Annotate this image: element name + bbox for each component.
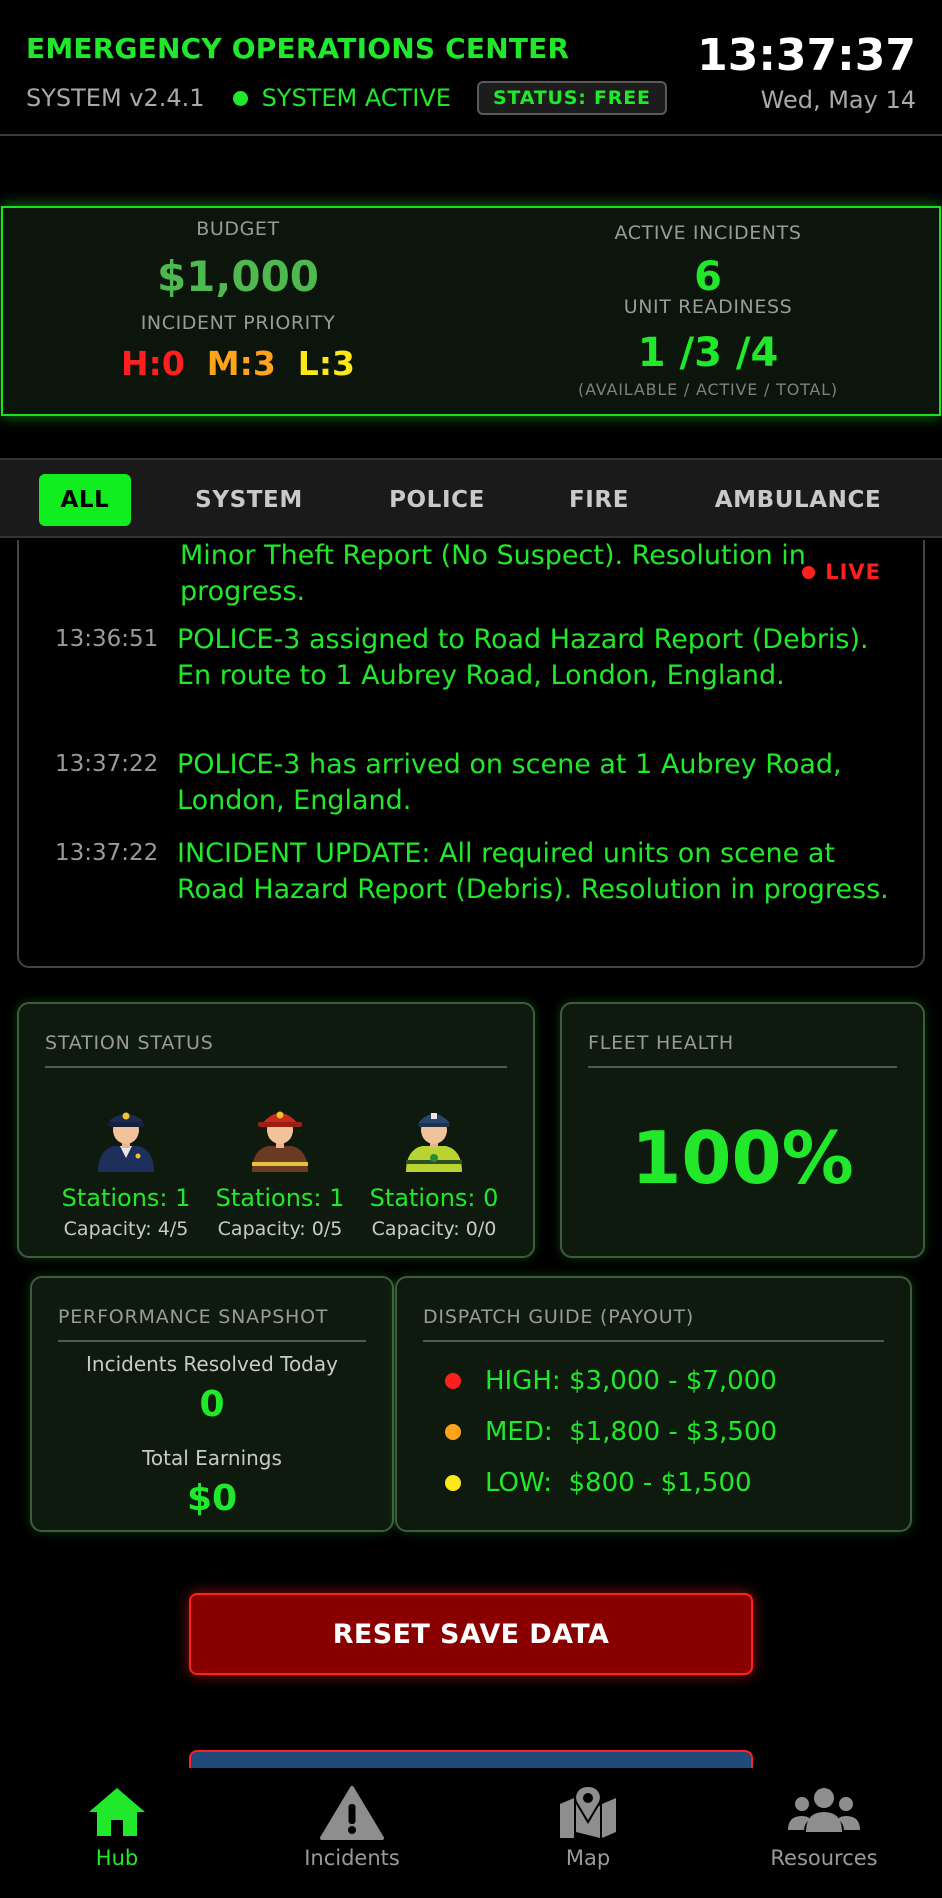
- earnings-label: Total Earnings: [142, 1446, 282, 1470]
- station-status-card: STATION STATUS Stations: 1 Capacity: 4/5: [17, 1002, 535, 1258]
- dispatch-guide-title: DISPATCH GUIDE (PAYOUT): [423, 1306, 695, 1328]
- high-priority-dot-icon: [445, 1373, 461, 1389]
- nav-label: Map: [565, 1846, 611, 1870]
- station-count: Stations: 1: [215, 1184, 345, 1212]
- tab-system[interactable]: SYSTEM: [178, 474, 320, 526]
- ambulance-station: Stations: 0 Capacity: 0/0: [357, 1100, 511, 1240]
- nav-incidents[interactable]: Incidents: [252, 1784, 452, 1870]
- station-capacity: Capacity: 0/5: [217, 1218, 343, 1240]
- station-capacity: Capacity: 0/0: [371, 1218, 497, 1240]
- tab-police[interactable]: POLICE: [372, 474, 502, 526]
- bottom-nav: Hub Incidents Map Resources: [0, 1768, 942, 1898]
- divider: [423, 1340, 884, 1342]
- divider: [58, 1340, 366, 1342]
- people-icon: [724, 1784, 924, 1840]
- reset-save-data-button[interactable]: RESET SAVE DATA: [189, 1593, 753, 1675]
- station-count: Stations: 0: [369, 1184, 499, 1212]
- payout-low: LOW: $800 - $1,500: [445, 1468, 752, 1498]
- unit-readiness-value: 1 /3 /4: [637, 330, 779, 376]
- log-text: Minor Theft Report (No Suspect). Resolut…: [180, 540, 806, 607]
- resolved-label: Incidents Resolved Today: [86, 1352, 338, 1376]
- header: EMERGENCY OPERATIONS CENTER SYSTEM v2.4.…: [0, 0, 942, 136]
- nav-hub[interactable]: Hub: [17, 1784, 217, 1870]
- earnings-value: $0: [186, 1478, 238, 1519]
- priority-medium: M:3: [206, 344, 276, 383]
- priority-low: L:3: [297, 344, 355, 383]
- nav-label: Incidents: [304, 1846, 400, 1870]
- divider: [588, 1066, 897, 1068]
- station-capacity: Capacity: 4/5: [63, 1218, 189, 1240]
- nav-label: Hub: [95, 1846, 139, 1870]
- date: Wed, May 14: [760, 86, 916, 114]
- log-time: 13:37:22: [55, 751, 159, 777]
- log-text: POLICE-3 has arrived on scene at 1 Aubre…: [177, 749, 842, 816]
- log-time: 13:36:51: [55, 626, 159, 652]
- paramedic-icon: [357, 1100, 511, 1172]
- performance-snapshot-card: PERFORMANCE SNAPSHOT Incidents Resolved …: [30, 1276, 394, 1532]
- priority-high: H:0: [121, 344, 185, 383]
- budget-label: BUDGET: [196, 218, 280, 240]
- log-text: POLICE-3 assigned to Road Hazard Report …: [177, 624, 869, 691]
- fire-station: Stations: 1 Capacity: 0/5: [203, 1100, 357, 1240]
- fleet-health-card: FLEET HEALTH 100%: [560, 1002, 925, 1258]
- unit-readiness-caption: (AVAILABLE / ACTIVE / TOTAL): [578, 380, 838, 399]
- fleet-health-value: 100%: [631, 1116, 854, 1200]
- incident-priority-counts: H:0 M:3 L:3: [3, 344, 473, 383]
- tab-all[interactable]: ALL: [39, 474, 131, 526]
- incident-priority-label: INCIDENT PRIORITY: [140, 312, 336, 334]
- divider: [45, 1066, 507, 1068]
- resolved-value: 0: [199, 1384, 225, 1425]
- tab-ambulance[interactable]: AMBULANCE: [700, 474, 896, 526]
- police-officer-icon: [49, 1100, 203, 1172]
- system-status: SYSTEM ACTIVE: [261, 84, 451, 112]
- activity-log[interactable]: LIVE Minor Theft Report (No Suspect). Re…: [17, 540, 925, 968]
- dispatch-guide-card: DISPATCH GUIDE (PAYOUT) HIGH: $3,000 - $…: [395, 1276, 912, 1532]
- map-icon: [488, 1784, 688, 1840]
- fleet-health-title: FLEET HEALTH: [588, 1032, 734, 1054]
- clock: 13:37:37: [697, 30, 916, 81]
- station-count: Stations: 1: [61, 1184, 191, 1212]
- low-priority-dot-icon: [445, 1475, 461, 1491]
- payout-high-text: HIGH: $3,000 - $7,000: [485, 1366, 777, 1396]
- nav-map[interactable]: Map: [488, 1784, 688, 1870]
- medium-priority-dot-icon: [445, 1424, 461, 1440]
- unit-readiness-label: UNIT READINESS: [623, 296, 793, 318]
- budget-value: $1,000: [156, 252, 320, 301]
- firefighter-icon: [203, 1100, 357, 1172]
- nav-resources[interactable]: Resources: [724, 1784, 924, 1870]
- system-version: SYSTEM v2.4.1: [26, 84, 205, 112]
- payout-high: HIGH: $3,000 - $7,000: [445, 1366, 777, 1396]
- active-incidents-value: 6: [694, 254, 722, 300]
- system-info-row: SYSTEM v2.4.1 SYSTEM ACTIVE STATUS: FREE: [26, 78, 667, 118]
- performance-title: PERFORMANCE SNAPSHOT: [58, 1306, 329, 1328]
- nav-label: Resources: [770, 1846, 878, 1870]
- active-incidents-label: ACTIVE INCIDENTS: [614, 222, 802, 244]
- payout-low-text: LOW: $800 - $1,500: [485, 1468, 752, 1498]
- tab-fire[interactable]: FIRE: [553, 474, 645, 526]
- warning-icon: [252, 1784, 452, 1840]
- status-dot-icon: [232, 90, 248, 106]
- log-text: INCIDENT UPDATE: All required units on s…: [177, 838, 889, 905]
- stats-panel: BUDGET $1,000 INCIDENT PRIORITY H:0 M:3 …: [1, 206, 941, 416]
- filter-tabs: ALL SYSTEM POLICE FIRE AMBULANCE: [0, 458, 942, 538]
- log-time: 13:37:22: [55, 840, 159, 866]
- secondary-button[interactable]: [189, 1750, 753, 1770]
- status-badge: STATUS: FREE: [476, 81, 667, 115]
- police-station: Stations: 1 Capacity: 4/5: [49, 1100, 203, 1240]
- home-icon: [17, 1784, 217, 1840]
- app-title: EMERGENCY OPERATIONS CENTER: [26, 32, 570, 65]
- payout-medium-text: MED: $1,800 - $3,500: [485, 1417, 778, 1447]
- payout-medium: MED: $1,800 - $3,500: [445, 1417, 777, 1447]
- station-status-title: STATION STATUS: [45, 1032, 214, 1054]
